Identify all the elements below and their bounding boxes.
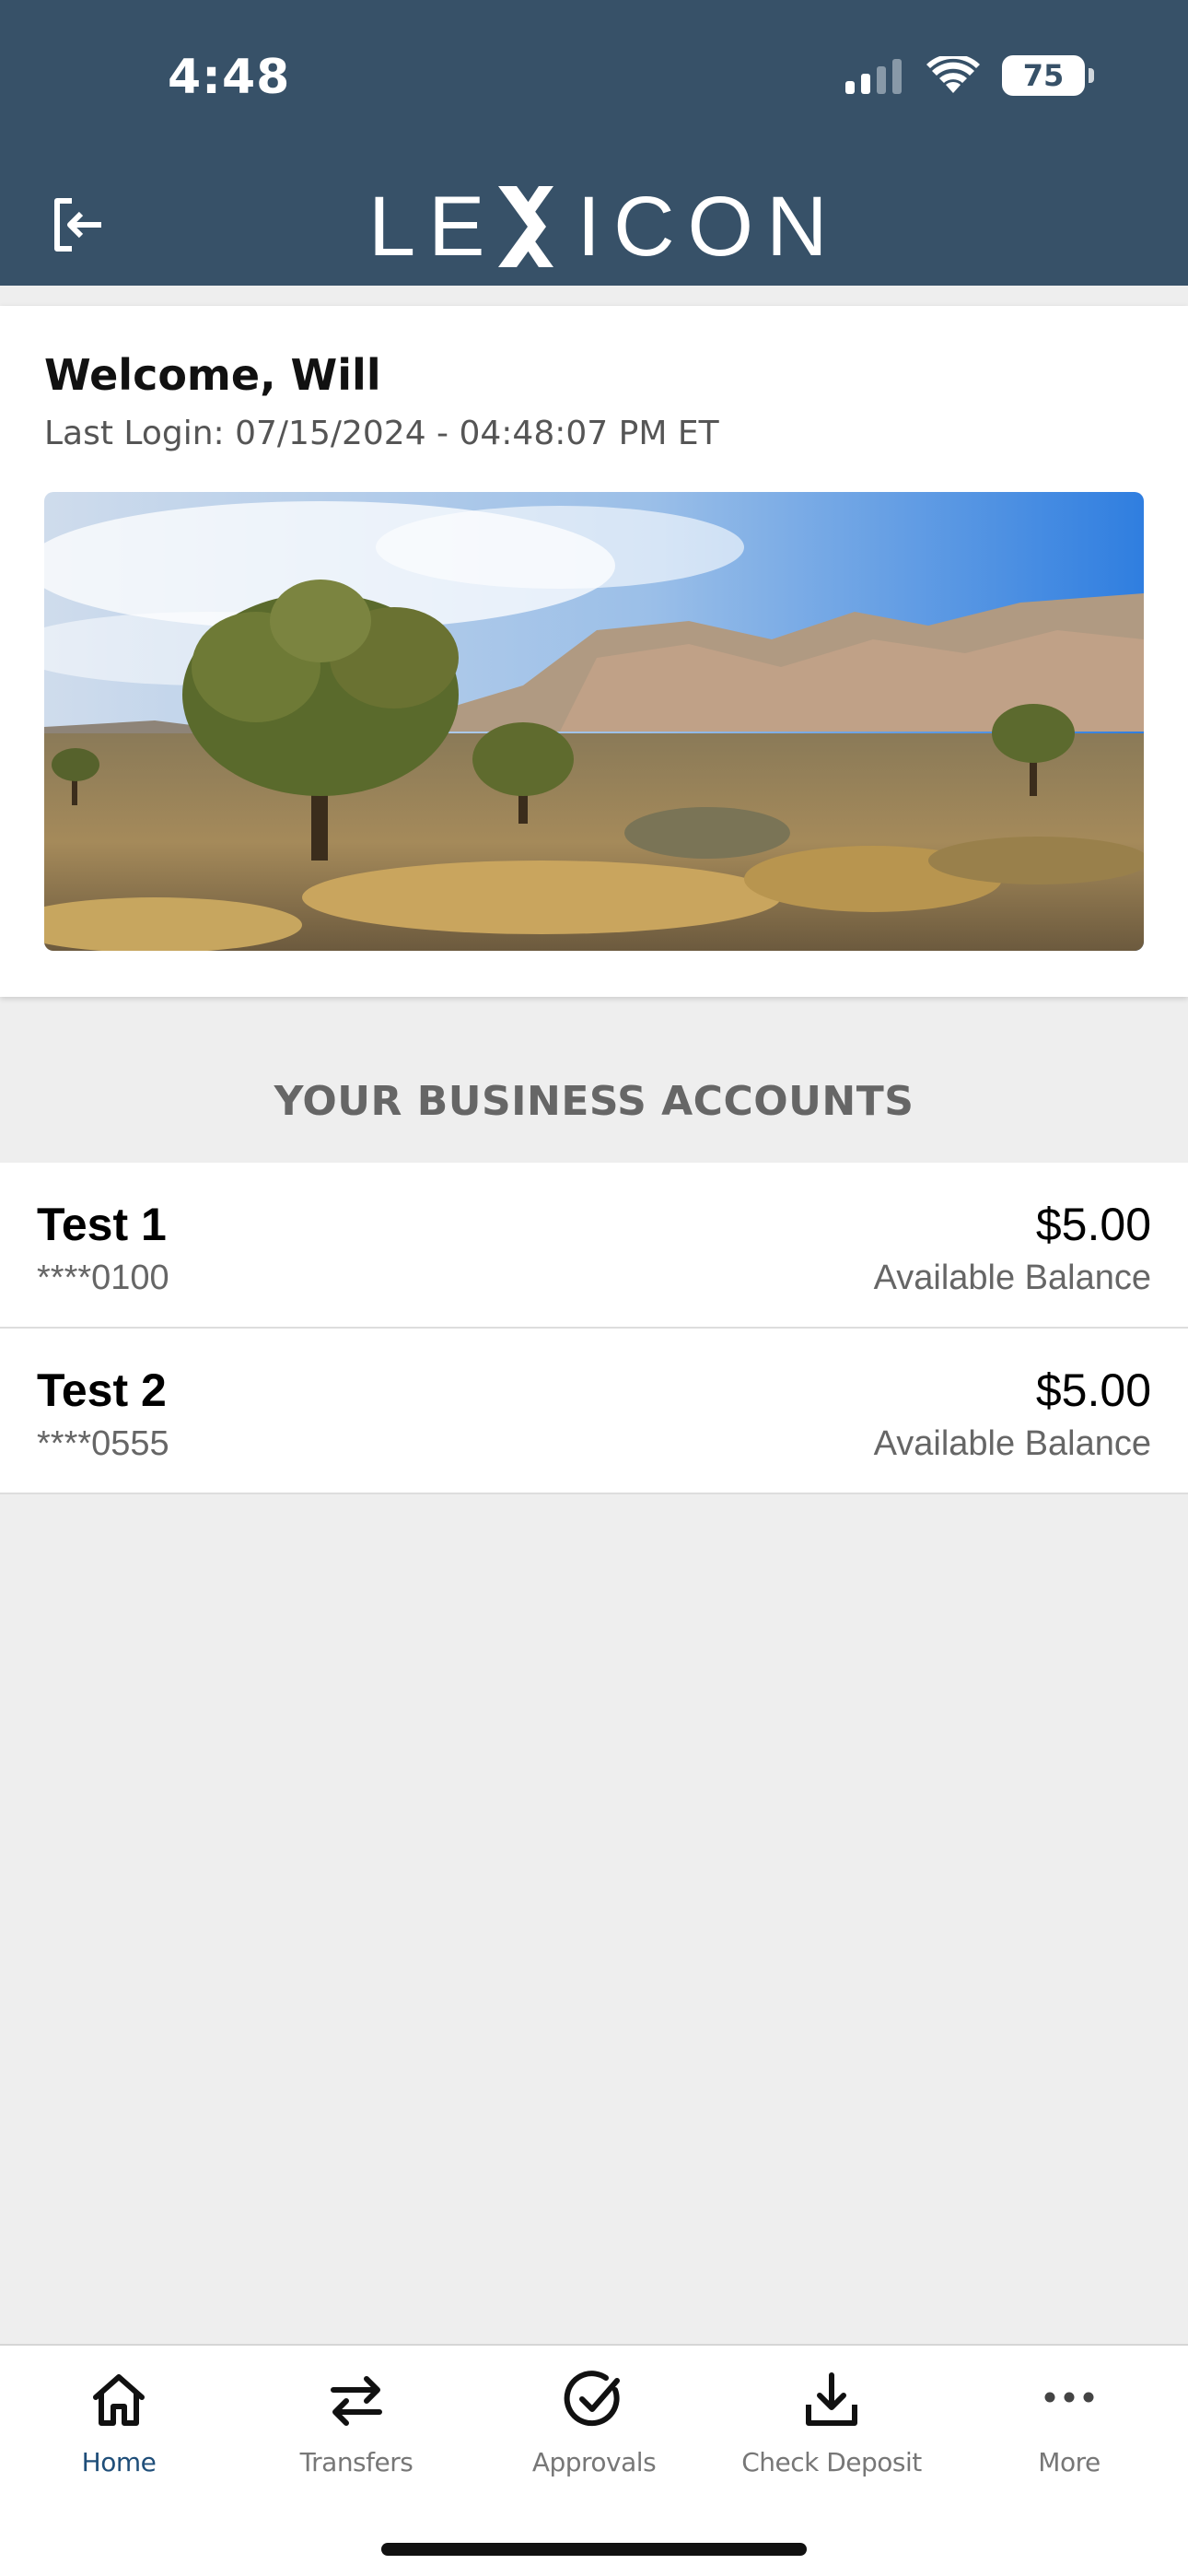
welcome-title: Welcome, Will — [44, 350, 381, 400]
logo-x-mark-icon — [497, 186, 553, 267]
nav-label-home: Home — [81, 2447, 157, 2477]
logo-text-right: ICON — [577, 179, 841, 274]
welcome-card: Welcome, Will Last Login: 07/15/2024 - 0… — [0, 306, 1188, 997]
check-circle-icon — [564, 2371, 620, 2427]
nav-item-home[interactable]: Home — [0, 2370, 238, 2508]
home-indicator — [381, 2543, 807, 2556]
account-balance: $5.00 — [1035, 1364, 1151, 1416]
battery-level: 75 — [1022, 58, 1065, 93]
last-login-text: Last Login: 07/15/2024 - 04:48:07 PM ET — [44, 415, 719, 452]
logo-text-left: LE — [368, 179, 498, 274]
nav-item-transfers[interactable]: Transfers — [238, 2370, 475, 2508]
bottom-nav-bar: Home Transfers Approvals Check Deposit M… — [0, 2344, 1188, 2576]
nav-label-check-deposit: Check Deposit — [741, 2447, 922, 2477]
nav-item-more[interactable]: More — [950, 2370, 1188, 2508]
account-balance-label: Available Balance — [873, 1259, 1151, 1297]
account-number: ****0100 — [37, 1259, 169, 1297]
download-tray-icon — [806, 2372, 857, 2426]
account-name: Test 2 — [37, 1364, 167, 1416]
nav-label-transfers: Transfers — [299, 2447, 413, 2477]
desert-landscape-image — [44, 492, 1144, 951]
status-icons: 75 — [844, 55, 1094, 96]
account-row-test-1[interactable]: Test 1 ****0100 $5.00 Available Balance — [0, 1163, 1188, 1329]
account-number: ****0555 — [37, 1424, 169, 1463]
nav-label-approvals: Approvals — [531, 2447, 657, 2477]
app-header: 4:48 75 LE ICON — [0, 0, 1188, 286]
account-row-test-2[interactable]: Test 2 ****0555 $5.00 Available Balance — [0, 1329, 1188, 1494]
nav-label-more: More — [1038, 2447, 1101, 2477]
transfer-arrows-icon — [331, 2376, 382, 2426]
account-name: Test 1 — [37, 1199, 167, 1250]
status-time: 4:48 — [168, 50, 291, 105]
wifi-icon — [926, 56, 980, 93]
ellipsis-icon — [1044, 2392, 1094, 2403]
account-balance: $5.00 — [1035, 1199, 1151, 1250]
nav-item-approvals[interactable]: Approvals — [475, 2370, 713, 2508]
business-accounts-heading: YOUR BUSINESS ACCOUNTS — [274, 1078, 914, 1125]
nav-item-check-deposit[interactable]: Check Deposit — [713, 2370, 950, 2508]
logout-icon[interactable] — [48, 195, 107, 254]
lexicon-logo: LE ICON — [368, 179, 841, 274]
cellular-signal-icon — [845, 59, 902, 94]
home-icon — [93, 2374, 145, 2426]
battery-indicator: 75 — [1002, 55, 1094, 96]
battery-tip — [1089, 68, 1094, 83]
account-balance-label: Available Balance — [873, 1424, 1151, 1463]
accounts-list: Test 1 ****0100 $5.00 Available Balance … — [0, 1163, 1188, 1494]
